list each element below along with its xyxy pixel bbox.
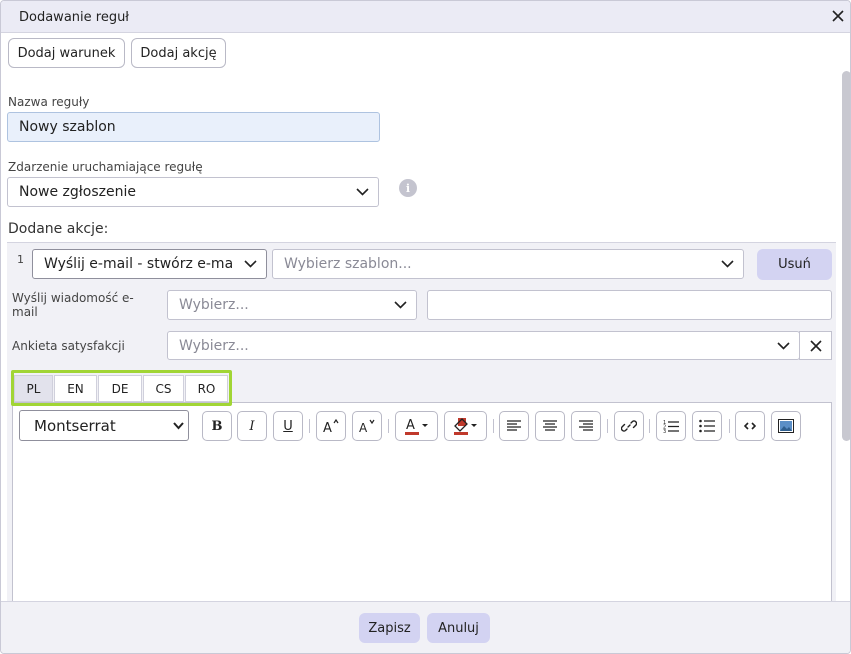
align-center-icon (543, 420, 557, 431)
dialog-titlebar: Dodawanie reguł (1, 1, 850, 33)
font-size-increase-button[interactable]: A (316, 411, 346, 441)
font-family-select[interactable]: Montserrat (19, 410, 189, 441)
cancel-button[interactable]: Anuluj (427, 613, 490, 643)
link-icon (621, 420, 637, 432)
bullet-list-button[interactable] (692, 411, 722, 441)
highlight-color-button[interactable] (444, 411, 487, 441)
toolbar-divider (388, 419, 389, 433)
action-type-value: Wyślij e-mail - stwórz e-ma (44, 256, 234, 272)
ordered-list-icon: 123 (663, 420, 679, 433)
font-size-up-icon: A (323, 418, 339, 434)
code-icon (744, 422, 756, 430)
add-condition-button[interactable]: Dodaj warunek (8, 38, 125, 68)
scrollbar[interactable] (842, 71, 850, 441)
chevron-down-icon (777, 341, 790, 350)
send-email-extra-input[interactable] (427, 290, 832, 320)
font-family-value: Montserrat (34, 416, 116, 435)
rule-name-value: Nowy szablon (19, 119, 116, 135)
survey-placeholder: Wybierz... (179, 337, 249, 354)
rule-name-label: Nazwa reguły (8, 95, 90, 109)
chevron-down-icon (356, 188, 369, 196)
toolbar-divider (649, 419, 650, 433)
align-right-icon (579, 420, 593, 431)
remove-action-button[interactable]: Usuń (757, 249, 832, 280)
chevron-down-icon (394, 301, 407, 309)
align-left-icon (507, 420, 521, 431)
link-button[interactable] (614, 411, 644, 441)
toolbar-divider (309, 419, 310, 433)
toolbar-divider (607, 419, 608, 433)
trigger-select[interactable]: Nowe zgłoszenie (7, 177, 379, 207)
svg-text:A: A (406, 418, 415, 433)
dialog-title: Dodawanie reguł (19, 10, 130, 25)
insert-image-button[interactable] (771, 411, 801, 441)
italic-button[interactable]: I (237, 411, 267, 441)
ordered-list-button[interactable]: 123 (656, 411, 686, 441)
info-icon[interactable]: i (399, 179, 417, 197)
image-icon (778, 419, 794, 433)
dialog-footer (1, 601, 850, 653)
underline-button[interactable]: U (273, 411, 303, 441)
clear-survey-button[interactable] (799, 331, 832, 360)
add-action-button[interactable]: Dodaj akcję (131, 38, 226, 68)
toolbar-divider (729, 419, 730, 433)
added-actions-label: Dodane akcje: (8, 221, 109, 237)
language-tabs-highlight (11, 370, 232, 406)
source-code-button[interactable] (735, 411, 765, 441)
align-left-button[interactable] (499, 411, 529, 441)
rule-name-input[interactable]: Nowy szablon (7, 112, 380, 142)
chevron-down-icon (244, 260, 257, 268)
survey-label: Ankieta satysfakcji (12, 339, 125, 353)
bullet-list-icon (699, 419, 715, 433)
trigger-value: Nowe zgłoszenie (19, 184, 136, 200)
text-color-icon: A (404, 418, 428, 435)
bold-button[interactable]: B (202, 411, 232, 441)
chevron-down-icon (173, 422, 184, 430)
align-center-button[interactable] (535, 411, 565, 441)
chevron-down-icon (721, 260, 734, 268)
send-email-label-line2: mail (12, 305, 38, 319)
font-size-down-icon: A (359, 419, 375, 434)
action-type-select[interactable]: Wyślij e-mail - stwórz e-ma (32, 249, 267, 279)
send-email-label-line1: Wyślij wiadomość e- (12, 291, 134, 305)
svg-text:3: 3 (663, 429, 666, 433)
toolbar-divider (493, 419, 494, 433)
svg-text:A: A (323, 421, 332, 434)
send-email-placeholder: Wybierz... (179, 297, 249, 313)
survey-select[interactable]: Wybierz... (167, 331, 800, 360)
template-select[interactable]: Wybierz szablon... (272, 249, 744, 279)
close-icon (809, 339, 822, 352)
template-placeholder: Wybierz szablon... (284, 256, 412, 272)
font-size-decrease-button[interactable]: A (352, 411, 382, 441)
add-rule-dialog: Dodawanie reguł Dodaj warunek Dodaj akcj… (0, 0, 851, 654)
text-color-button[interactable]: A (395, 411, 438, 441)
action-number: 1 (17, 253, 24, 266)
close-icon[interactable] (829, 7, 847, 25)
save-button[interactable]: Zapisz (359, 613, 420, 643)
send-email-select[interactable]: Wybierz... (167, 290, 417, 320)
align-right-button[interactable] (571, 411, 601, 441)
svg-text:A: A (359, 421, 368, 434)
trigger-label: Zdarzenie uruchamiające regułę (8, 160, 203, 174)
send-email-label: Wyślij wiadomość e- mail (12, 291, 134, 319)
highlight-icon (453, 418, 477, 435)
